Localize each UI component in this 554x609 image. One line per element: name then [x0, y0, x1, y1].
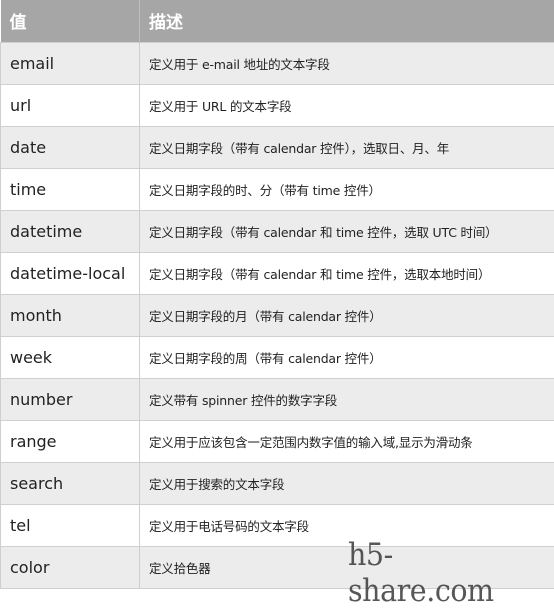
input-types-table: 值 描述 email 定义用于 e-mail 地址的文本字段 url 定义用于 …	[0, 0, 554, 589]
cell-value: tel	[1, 504, 140, 546]
cell-description: 定义日期字段的时、分（带有 time 控件）	[140, 168, 554, 210]
cell-value: datetime	[1, 210, 140, 252]
cell-value: date	[1, 126, 140, 168]
cell-description: 定义用于搜索的文本字段	[140, 462, 554, 504]
header-description: 描述	[140, 0, 554, 42]
table-row: datetime-local 定义日期字段（带有 calendar 和 time…	[1, 252, 554, 294]
cell-value: email	[1, 42, 140, 84]
cell-value: time	[1, 168, 140, 210]
cell-description: 定义日期字段的周（带有 calendar 控件）	[140, 336, 554, 378]
cell-description: 定义日期字段（带有 calendar 控件），选取日、月、年	[140, 126, 554, 168]
table-header-row: 值 描述	[1, 0, 554, 42]
cell-description: 定义用于应该包含一定范围内数字值的输入域,显示为滑动条	[140, 420, 554, 462]
cell-value: search	[1, 462, 140, 504]
table-row: search 定义用于搜索的文本字段	[1, 462, 554, 504]
cell-value: color	[1, 546, 140, 588]
cell-description: 定义用于 e-mail 地址的文本字段	[140, 42, 554, 84]
table-row: range 定义用于应该包含一定范围内数字值的输入域,显示为滑动条	[1, 420, 554, 462]
cell-description: 定义用于 URL 的文本字段	[140, 84, 554, 126]
header-value: 值	[1, 0, 140, 42]
table-row: time 定义日期字段的时、分（带有 time 控件）	[1, 168, 554, 210]
cell-value: number	[1, 378, 140, 420]
cell-description: 定义带有 spinner 控件的数字字段	[140, 378, 554, 420]
table-row: datetime 定义日期字段（带有 calendar 和 time 控件，选取…	[1, 210, 554, 252]
cell-value: month	[1, 294, 140, 336]
cell-value: url	[1, 84, 140, 126]
cell-value: datetime-local	[1, 252, 140, 294]
table-row: url 定义用于 URL 的文本字段	[1, 84, 554, 126]
cell-description: 定义日期字段的月（带有 calendar 控件）	[140, 294, 554, 336]
cell-description: 定义日期字段（带有 calendar 和 time 控件，选取 UTC 时间）	[140, 210, 554, 252]
table-row: number 定义带有 spinner 控件的数字字段	[1, 378, 554, 420]
cell-description: 定义日期字段（带有 calendar 和 time 控件，选取本地时间）	[140, 252, 554, 294]
cell-value: week	[1, 336, 140, 378]
table-row: email 定义用于 e-mail 地址的文本字段	[1, 42, 554, 84]
cell-value: range	[1, 420, 140, 462]
table-row: month 定义日期字段的月（带有 calendar 控件）	[1, 294, 554, 336]
table-row: date 定义日期字段（带有 calendar 控件），选取日、月、年	[1, 126, 554, 168]
watermark: h5-share.com	[348, 537, 538, 609]
table-row: week 定义日期字段的周（带有 calendar 控件）	[1, 336, 554, 378]
